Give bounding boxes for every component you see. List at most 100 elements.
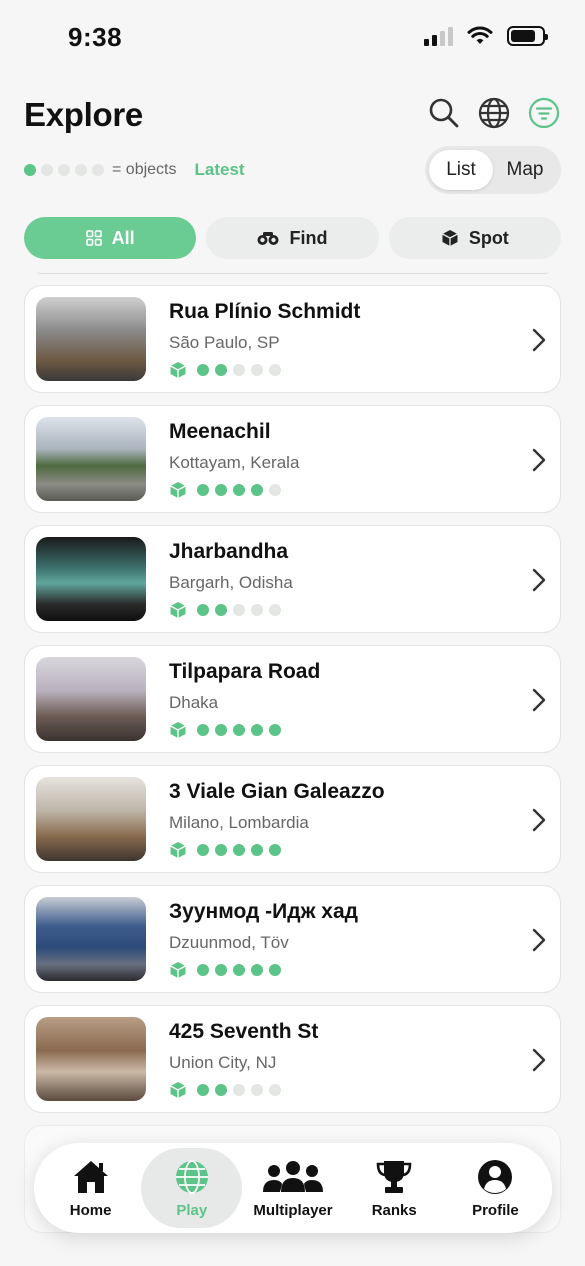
tab-home[interactable]: Home xyxy=(40,1148,141,1228)
place-thumbnail xyxy=(36,657,146,741)
tab-ranks[interactable]: Ranks xyxy=(344,1148,445,1228)
object-dot-filled xyxy=(197,724,209,736)
list-view-button[interactable]: List xyxy=(429,150,493,190)
cellular-signal-icon xyxy=(424,26,453,46)
tab-ranks-label: Ranks xyxy=(371,1201,417,1219)
chevron-right-icon xyxy=(530,806,548,834)
objects-legend: = objects Latest xyxy=(24,158,245,182)
object-dot-filled xyxy=(251,844,263,856)
object-dot-filled xyxy=(197,484,209,496)
chevron-right-icon xyxy=(530,926,548,954)
cube-icon xyxy=(170,962,186,978)
latest-sort-button[interactable]: Latest xyxy=(194,160,244,180)
view-toggle: List Map xyxy=(425,146,561,194)
header-actions xyxy=(427,96,561,130)
place-title: Jharbandha xyxy=(169,540,289,563)
object-dot-filled xyxy=(251,724,263,736)
object-dot-filled xyxy=(197,604,209,616)
status-icons xyxy=(424,26,548,46)
cube-icon xyxy=(170,1082,186,1098)
object-dot-empty xyxy=(233,1084,245,1096)
cube-icon xyxy=(170,482,186,498)
object-dot-filled xyxy=(215,364,227,376)
object-dot-filled xyxy=(233,964,245,976)
object-dot-filled xyxy=(233,724,245,736)
place-thumbnail xyxy=(36,777,146,861)
legend-text: = objects xyxy=(112,161,177,178)
objects-rating xyxy=(169,601,281,619)
objects-rating xyxy=(169,1081,281,1099)
place-title: Rua Plínio Schmidt xyxy=(169,300,361,323)
place-thumbnail xyxy=(36,297,146,381)
object-dot-filled xyxy=(197,964,209,976)
cube-icon xyxy=(170,722,186,738)
object-dot-filled xyxy=(197,364,209,376)
objects-rating xyxy=(169,481,281,499)
home-icon xyxy=(73,1160,108,1193)
object-dot-filled xyxy=(215,1084,227,1096)
place-thumbnail xyxy=(36,1017,146,1101)
object-dot-filled xyxy=(215,604,227,616)
globe-icon[interactable] xyxy=(477,96,511,130)
profile-icon xyxy=(478,1159,513,1194)
object-dot-empty xyxy=(269,364,281,376)
place-title: 3 Viale Gian Galeazzo xyxy=(169,780,385,803)
status-time: 9:38 xyxy=(68,22,123,52)
place-card[interactable]: Tilpapara Road Dhaka xyxy=(24,645,561,753)
chevron-right-icon xyxy=(530,446,548,474)
place-thumbnail xyxy=(36,897,146,981)
filter-find-label: Find xyxy=(289,227,328,248)
object-dot-filled xyxy=(215,484,227,496)
object-dot-filled xyxy=(251,484,263,496)
object-dot-empty xyxy=(233,364,245,376)
place-location: Milano, Lombardia xyxy=(169,813,309,832)
legend-dots xyxy=(24,164,104,176)
place-card[interactable]: Meenachil Kottayam, Kerala xyxy=(24,405,561,513)
filter-find-button[interactable]: Find xyxy=(206,217,379,259)
tab-profile-label: Profile xyxy=(472,1201,519,1219)
place-location: Union City, NJ xyxy=(169,1053,277,1072)
place-location: Dzuunmod, Töv xyxy=(169,933,289,952)
cube-icon xyxy=(170,602,186,618)
place-location: São Paulo, SP xyxy=(169,333,280,352)
place-card[interactable]: Jharbandha Bargarh, Odisha xyxy=(24,525,561,633)
chevron-right-icon xyxy=(530,566,548,594)
place-title: Meenachil xyxy=(169,420,271,443)
status-bar: 9:38 xyxy=(0,0,585,80)
object-dot-filled xyxy=(251,964,263,976)
place-card[interactable]: 3 Viale Gian Galeazzo Milano, Lombardia xyxy=(24,765,561,873)
place-card[interactable]: Rua Plínio Schmidt São Paulo, SP xyxy=(24,285,561,393)
list-top-edge xyxy=(36,270,549,274)
filter-all-button[interactable]: All xyxy=(24,217,197,259)
map-view-button[interactable]: Map xyxy=(493,150,557,190)
chevron-right-icon xyxy=(530,326,548,354)
cube-icon xyxy=(170,362,186,378)
cube-icon xyxy=(170,842,186,858)
object-dot-filled xyxy=(197,844,209,856)
object-dot-filled xyxy=(233,484,245,496)
filter-icon[interactable] xyxy=(527,96,561,130)
object-dot-filled xyxy=(215,844,227,856)
object-dot-filled xyxy=(215,724,227,736)
filter-spot-label: Spot xyxy=(468,227,509,248)
people-icon xyxy=(263,1160,323,1192)
object-dot-empty xyxy=(251,364,263,376)
place-location: Dhaka xyxy=(169,693,219,712)
place-card[interactable]: 425 Seventh St Union City, NJ xyxy=(24,1005,561,1113)
filter-all-label: All xyxy=(111,227,135,248)
place-location: Bargarh, Odisha xyxy=(169,573,293,592)
objects-rating xyxy=(169,721,281,739)
tab-bar: Home Play Multiplayer Ranks Profile xyxy=(34,1143,552,1233)
tab-multiplayer[interactable]: Multiplayer xyxy=(242,1148,343,1228)
tab-play-label: Play xyxy=(176,1201,208,1219)
object-dot-empty xyxy=(269,484,281,496)
wifi-icon xyxy=(467,26,493,44)
object-dot-empty xyxy=(233,604,245,616)
tab-play[interactable]: Play xyxy=(141,1148,243,1228)
place-card[interactable]: Зуунмод -Идж хад Dzuunmod, Töv xyxy=(24,885,561,993)
tab-multiplayer-label: Multiplayer xyxy=(253,1201,333,1219)
tab-profile[interactable]: Profile xyxy=(445,1148,546,1228)
filter-spot-button[interactable]: Spot xyxy=(388,217,561,259)
search-icon[interactable] xyxy=(427,96,461,130)
object-dot-empty xyxy=(251,1084,263,1096)
